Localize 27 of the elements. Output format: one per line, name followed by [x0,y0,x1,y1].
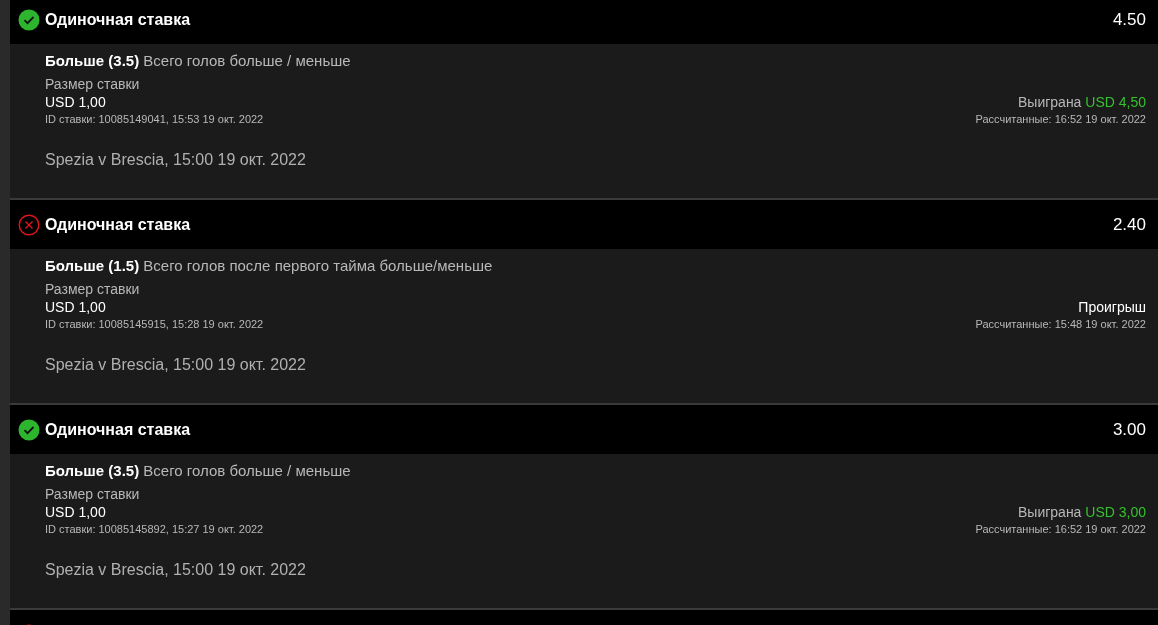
odds: 3.00 [1112,419,1146,440]
stake-amount: USD 1,00 [45,504,106,520]
bet-id: ID ставки: 10085145892, 15:27 19 окт. 2022 [45,523,264,535]
result-text: Выиграна USD 4,50 [1018,94,1146,110]
market-line: Больше (3.5) Всего голов больше / меньше [45,52,352,69]
settled-time: Рассчитанные: 16:52 19 окт. 2022 [975,523,1146,535]
settled-time: Рассчитанные: 15:48 19 окт. 2022 [975,318,1146,330]
settled-time: Рассчитанные: 16:52 19 окт. 2022 [975,113,1146,125]
stake-label: Размер ставки [45,486,141,502]
odds: 2.40 [1112,214,1146,235]
event-name: Spezia v Brescia, 15:00 19 окт. 2022 [45,561,307,579]
result-text: Проигрыш [1078,299,1146,315]
bet-id: ID ставки: 10085149041, 15:53 19 окт. 2022 [45,113,264,125]
market-line: Больше (1.5) Всего голов после первого тайма больше/меньше [45,257,494,274]
bet-id: ID ставки: 10085145915, 15:28 19 окт. 2022 [45,318,264,330]
stake-label: Размер ставки [45,281,141,297]
bet-title: Одиночная ставка [45,10,191,29]
odds: 4.50 [1112,9,1146,30]
market-line: Больше (3.5) Всего голов больше / меньше [45,462,352,479]
result-text: Выиграна USD 3,00 [1018,504,1146,520]
event-name: Spezia v Brescia, 15:00 19 окт. 2022 [45,356,307,374]
event-name: Spezia v Brescia, 15:00 19 окт. 2022 [45,151,307,169]
stake-amount: USD 1,00 [45,94,106,110]
stake-label: Размер ставки [45,76,141,92]
bet-title: Одиночная ставка [45,215,191,234]
stake-amount: USD 1,00 [45,299,106,315]
bet-title: Одиночная ставка [45,420,191,439]
